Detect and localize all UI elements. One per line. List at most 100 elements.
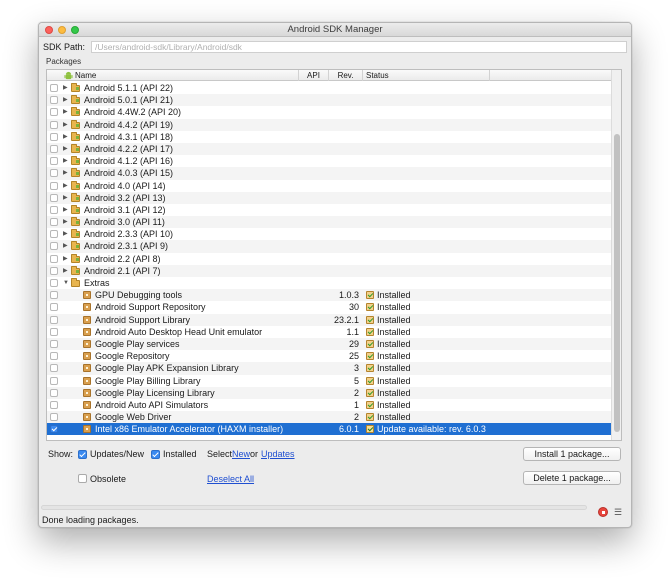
platform-row[interactable]: ▶ Android 4.3.1 (API 18) (47, 131, 612, 143)
row-checkbox[interactable] (50, 364, 58, 373)
package-row[interactable]: Google Repository 25 Installed (47, 350, 612, 362)
platform-row[interactable]: ▶ Android 2.3.3 (API 10) (47, 228, 612, 240)
column-header-rev[interactable]: Rev. (329, 70, 363, 81)
platform-row[interactable]: ▶ Android 4.2.2 (API 17) (47, 142, 612, 156)
platform-row[interactable]: ▶ Android 3.1 (API 12) (47, 204, 612, 216)
row-checkbox[interactable] (50, 425, 58, 434)
row-checkbox[interactable] (50, 413, 58, 422)
row-checkbox[interactable] (50, 96, 58, 105)
platform-row[interactable]: ▶ Android 2.3.1 (API 9) (47, 240, 612, 253)
package-row[interactable]: Android Auto API Simulators 1 Installed (47, 399, 612, 411)
column-header-api[interactable]: API (299, 70, 329, 81)
package-row[interactable]: Android Support Repository 30 Installed (47, 301, 612, 313)
row-checkbox[interactable] (50, 144, 58, 153)
collapsed-arrow-icon[interactable]: ▶ (63, 119, 68, 131)
row-checkbox[interactable] (50, 339, 58, 348)
collapsed-arrow-icon[interactable]: ▶ (63, 131, 68, 143)
collapsed-arrow-icon[interactable]: ▶ (63, 180, 68, 192)
platform-row[interactable]: ▶ Android 5.0.1 (API 21) (47, 94, 612, 107)
collapsed-arrow-icon[interactable]: ▶ (63, 82, 68, 94)
delete-packages-button[interactable]: Delete 1 package... (523, 471, 621, 485)
row-checkbox[interactable] (50, 400, 58, 409)
folder-row[interactable]: ▼ Extras (47, 277, 612, 289)
stop-icon[interactable] (598, 507, 608, 517)
package-row[interactable]: Google Play services 29 Installed (47, 337, 612, 351)
obsolete-checkbox[interactable] (78, 474, 87, 483)
platform-row[interactable]: ▶ Android 4.1.2 (API 16) (47, 155, 612, 167)
collapsed-arrow-icon[interactable]: ▶ (63, 192, 68, 204)
platform-row[interactable]: ▶ Android 4.0 (API 14) (47, 180, 612, 192)
row-checkbox[interactable] (50, 181, 58, 190)
package-icon (83, 291, 91, 300)
collapsed-arrow-icon[interactable]: ▶ (63, 155, 68, 167)
collapsed-arrow-icon[interactable]: ▶ (63, 167, 68, 179)
row-checkbox[interactable] (50, 376, 58, 385)
package-row[interactable]: Google Play Licensing Library 2 Installed (47, 386, 612, 399)
installed-icon (366, 339, 374, 348)
row-checkbox[interactable] (50, 84, 58, 92)
select-updates-link[interactable]: Updates (261, 449, 295, 459)
installed-label: Installed (163, 449, 197, 459)
platform-row[interactable]: ▶ Android 4.4W.2 (API 20) (47, 106, 612, 118)
collapsed-arrow-icon[interactable]: ▶ (63, 265, 68, 277)
package-row[interactable]: Google Play APK Expansion Library 3 Instal… (47, 362, 612, 375)
row-checkbox[interactable] (50, 254, 58, 263)
platform-row[interactable]: ▶ Android 5.1.1 (API 22) (47, 82, 612, 94)
platform-row[interactable]: ▶ Android 3.0 (API 11) (47, 216, 612, 229)
platform-row[interactable]: ▶ Android 4.4.2 (API 19) (47, 118, 612, 131)
package-row[interactable]: Intel x86 Emulator Accelerator (HAXM ins… (47, 423, 612, 436)
row-checkbox[interactable] (50, 108, 58, 117)
collapsed-arrow-icon[interactable]: ▶ (63, 143, 68, 155)
row-name: Android 2.2 (API 8) (84, 253, 161, 264)
row-checkbox[interactable] (50, 169, 58, 178)
platform-row[interactable]: ▶ Android 2.1 (API 7) (47, 264, 612, 277)
deselect-all-link[interactable]: Deselect All (207, 474, 254, 484)
column-header-name[interactable]: Name (47, 70, 299, 81)
sdk-path-field[interactable]: /Users/android-sdk/Library/Android/sdk (91, 41, 627, 53)
collapsed-arrow-icon[interactable]: ▶ (63, 240, 68, 252)
collapsed-arrow-icon[interactable]: ▶ (63, 94, 68, 106)
row-name: Google Play APK Expansion Library (95, 363, 239, 374)
row-checkbox[interactable] (50, 193, 58, 202)
row-checkbox[interactable] (50, 132, 58, 141)
collapsed-arrow-icon[interactable]: ▶ (63, 106, 68, 118)
package-row[interactable]: Google Play Billing Library 5 Installed (47, 375, 612, 387)
row-checkbox[interactable] (50, 352, 58, 361)
package-row[interactable]: Android Auto Desktop Head Unit emulator 1… (47, 326, 612, 338)
row-checkbox[interactable] (50, 218, 58, 227)
select-new-link[interactable]: New (232, 449, 250, 459)
row-status: Installed (366, 350, 411, 362)
row-checkbox[interactable] (50, 230, 58, 239)
column-header-status[interactable]: Status (363, 70, 490, 81)
install-packages-button[interactable]: Install 1 package... (523, 447, 621, 461)
updates-new-checkbox[interactable] (78, 450, 87, 459)
row-checkbox[interactable] (50, 157, 58, 166)
vertical-scrollbar[interactable] (611, 70, 621, 440)
package-row[interactable]: Android Support Library 23.2.1 Installed (47, 313, 612, 326)
collapsed-arrow-icon[interactable]: ▶ (63, 216, 68, 228)
platform-row[interactable]: ▶ Android 3.2 (API 13) (47, 191, 612, 204)
row-checkbox[interactable] (50, 279, 58, 287)
scrollbar-thumb[interactable] (614, 134, 620, 432)
installed-checkbox[interactable] (151, 450, 160, 459)
collapsed-arrow-icon[interactable]: ▶ (63, 228, 68, 240)
row-checkbox[interactable] (50, 303, 58, 312)
package-row[interactable]: Google Web Driver 2 Installed (47, 411, 612, 424)
row-checkbox[interactable] (50, 291, 58, 300)
row-checkbox[interactable] (50, 242, 58, 251)
row-name: Android 2.1 (API 7) (84, 265, 161, 276)
row-checkbox[interactable] (50, 315, 58, 324)
collapsed-arrow-icon[interactable]: ▶ (63, 204, 68, 216)
row-checkbox[interactable] (50, 205, 58, 214)
package-row[interactable]: GPU Debugging tools 1.0.3 Installed (47, 289, 612, 302)
platform-row[interactable]: ▶ Android 2.2 (API 8) (47, 253, 612, 265)
collapsed-arrow-icon[interactable]: ▶ (63, 253, 68, 265)
row-checkbox[interactable] (50, 120, 58, 129)
select-label: Select (207, 449, 233, 459)
platform-row[interactable]: ▶ Android 4.0.3 (API 15) (47, 167, 612, 180)
expanded-arrow-icon[interactable]: ▼ (63, 277, 69, 289)
row-checkbox[interactable] (50, 388, 58, 397)
row-checkbox[interactable] (50, 327, 58, 336)
row-checkbox[interactable] (50, 266, 58, 275)
log-icon[interactable]: ☰ (614, 507, 622, 518)
